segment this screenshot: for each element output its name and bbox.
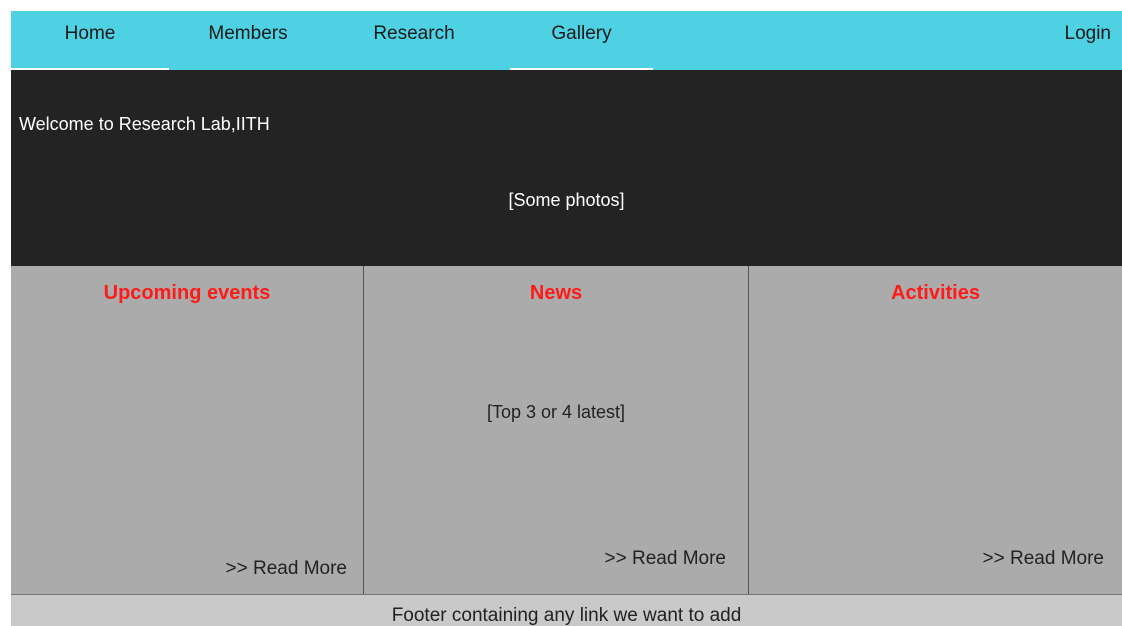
news-placeholder-text: [Top 3 or 4 latest] bbox=[486, 402, 626, 422]
upcoming-events-section: Upcoming events >> Read More bbox=[11, 266, 363, 594]
nav-item-gallery[interactable]: Gallery bbox=[510, 11, 653, 70]
activities-read-more-link[interactable]: >> Read More bbox=[983, 548, 1104, 570]
nav-item-research[interactable]: Research bbox=[354, 11, 474, 70]
hero-photos-placeholder: [Some photos] bbox=[508, 190, 625, 210]
page: Home Members Research Gallery Login Welc… bbox=[0, 0, 1122, 626]
footer-text: Footer containing any link we want to ad… bbox=[391, 605, 742, 626]
hero-title: Welcome to Research Lab,IITH bbox=[19, 114, 270, 134]
nav-item-members[interactable]: Members bbox=[169, 11, 327, 70]
page-footer: Footer containing any link we want to ad… bbox=[11, 594, 1122, 626]
upcoming-events-heading: Upcoming events bbox=[103, 282, 271, 304]
hero-banner: Welcome to Research Lab,IITH [Some photo… bbox=[11, 70, 1122, 266]
nav-item-home[interactable]: Home bbox=[11, 11, 169, 70]
news-section: News [Top 3 or 4 latest] >> Read More bbox=[363, 266, 749, 594]
news-heading: News bbox=[529, 282, 583, 304]
activities-section: Activities >> Read More bbox=[749, 266, 1122, 594]
news-read-more-link[interactable]: >> Read More bbox=[605, 548, 726, 570]
content-columns: Upcoming events >> Read More News [Top 3… bbox=[11, 266, 1122, 594]
upcoming-events-read-more-link[interactable]: >> Read More bbox=[226, 558, 347, 580]
top-nav-bar: Home Members Research Gallery Login bbox=[11, 11, 1122, 70]
activities-heading: Activities bbox=[891, 282, 980, 304]
login-link[interactable]: Login bbox=[1051, 11, 1112, 70]
